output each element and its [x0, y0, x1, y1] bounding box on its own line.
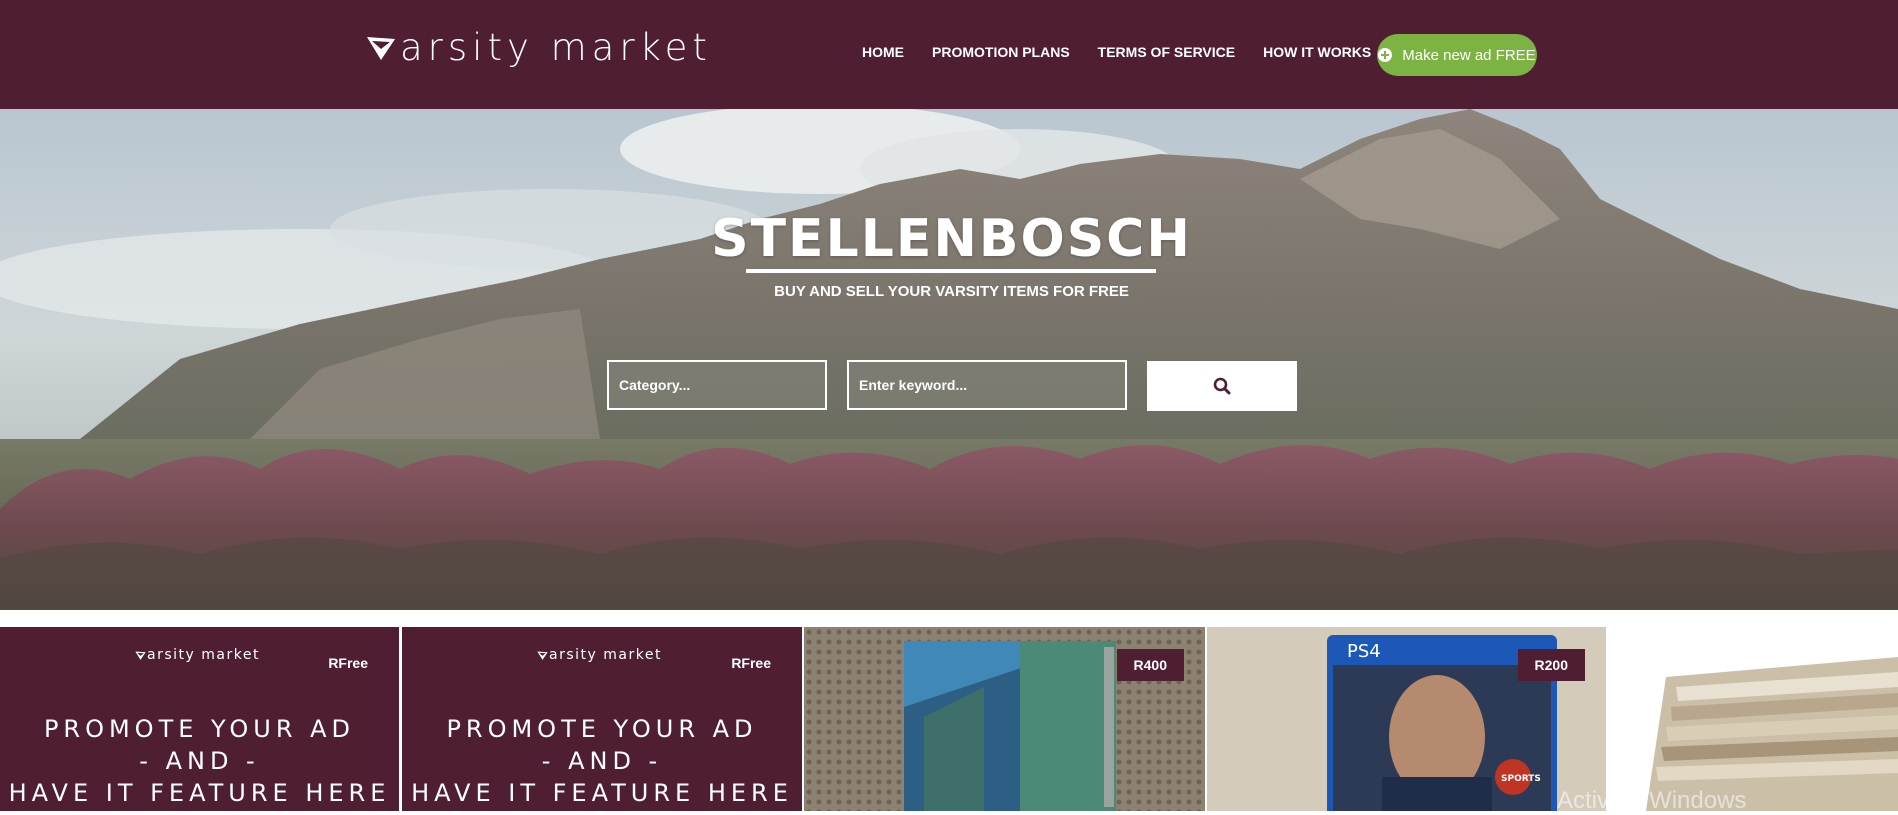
promo-line: - AND - [139, 747, 260, 775]
ad-card-papers[interactable] [1606, 627, 1898, 811]
keyword-placeholder: Enter keyword... [859, 377, 968, 393]
promo-line: HAVE IT FEATURE HERE [8, 779, 391, 807]
promo-line: - AND - [541, 747, 663, 775]
site-header: arsity market HOME PROMOTION PLANS TERMS… [0, 0, 1898, 109]
nav-home[interactable]: HOME [862, 43, 904, 61]
category-select[interactable]: Category... [607, 360, 827, 410]
ad-card-ps4-game[interactable]: PS4 SPORTS R200 [1207, 627, 1606, 811]
svg-text:PS4: PS4 [1347, 641, 1381, 662]
promo-card[interactable]: arsity market RFree PROMOTE YOUR AD - AN… [402, 627, 802, 811]
hero-subtitle: BUY AND SELL YOUR VARSITY ITEMS FOR FREE [774, 283, 1129, 300]
promo-message: PROMOTE YOUR AD - AND - HAVE IT FEATURE … [402, 713, 802, 809]
card-price: RFree [328, 655, 368, 671]
search-button[interactable] [1147, 361, 1297, 411]
v-wing-logo-icon [135, 650, 146, 660]
promo-line: PROMOTE YOUR AD [43, 715, 356, 743]
hero-banner: STELLENBOSCH BUY AND SELL YOUR VARSITY I… [0, 109, 1898, 610]
sports-badge-text: SPORTS [1501, 774, 1541, 784]
card-logo-text: arsity market [147, 647, 260, 663]
hero-title-underline [746, 269, 1156, 273]
keyword-input[interactable]: Enter keyword... [847, 360, 1127, 410]
logo-text: arsity market [400, 26, 712, 69]
search-icon [1213, 377, 1231, 395]
promo-card[interactable]: arsity market RFree PROMOTE YOUR AD - AN… [0, 627, 399, 811]
nav-promotion-plans[interactable]: PROMOTION PLANS [932, 43, 1070, 61]
card-price: R200 [1517, 649, 1585, 681]
card-logo: arsity market [135, 647, 260, 663]
card-price: R400 [1116, 649, 1184, 681]
nav-how-it-works[interactable]: HOW IT WORKS [1263, 43, 1371, 61]
card-price: RFree [731, 655, 771, 671]
plus-circle-icon [1378, 48, 1393, 62]
card-logo-text: arsity market [549, 647, 662, 663]
category-placeholder: Category... [619, 377, 691, 393]
promo-line: HAVE IT FEATURE HERE [411, 779, 793, 807]
hero-title: STELLENBOSCH [711, 209, 1192, 269]
make-new-ad-button[interactable]: Make new ad FREE [1377, 34, 1537, 76]
promo-line: PROMOTE YOUR AD [446, 715, 758, 743]
main-nav: HOME PROMOTION PLANS TERMS OF SERVICE HO… [862, 43, 1399, 61]
v-wing-logo-icon [537, 650, 548, 660]
nav-terms-of-service[interactable]: TERMS OF SERVICE [1098, 43, 1235, 61]
featured-ads-row: arsity market RFree PROMOTE YOUR AD - AN… [0, 627, 1898, 811]
promo-message: PROMOTE YOUR AD - AND - HAVE IT FEATURE … [0, 713, 399, 809]
v-wing-logo-icon [367, 37, 395, 60]
ad-card-textbook[interactable]: R400 [804, 627, 1205, 811]
papers-photo [1606, 627, 1898, 811]
card-logo: arsity market [537, 647, 662, 663]
make-new-ad-label: Make new ad FREE [1402, 46, 1536, 64]
site-logo[interactable]: arsity market [366, 26, 712, 70]
